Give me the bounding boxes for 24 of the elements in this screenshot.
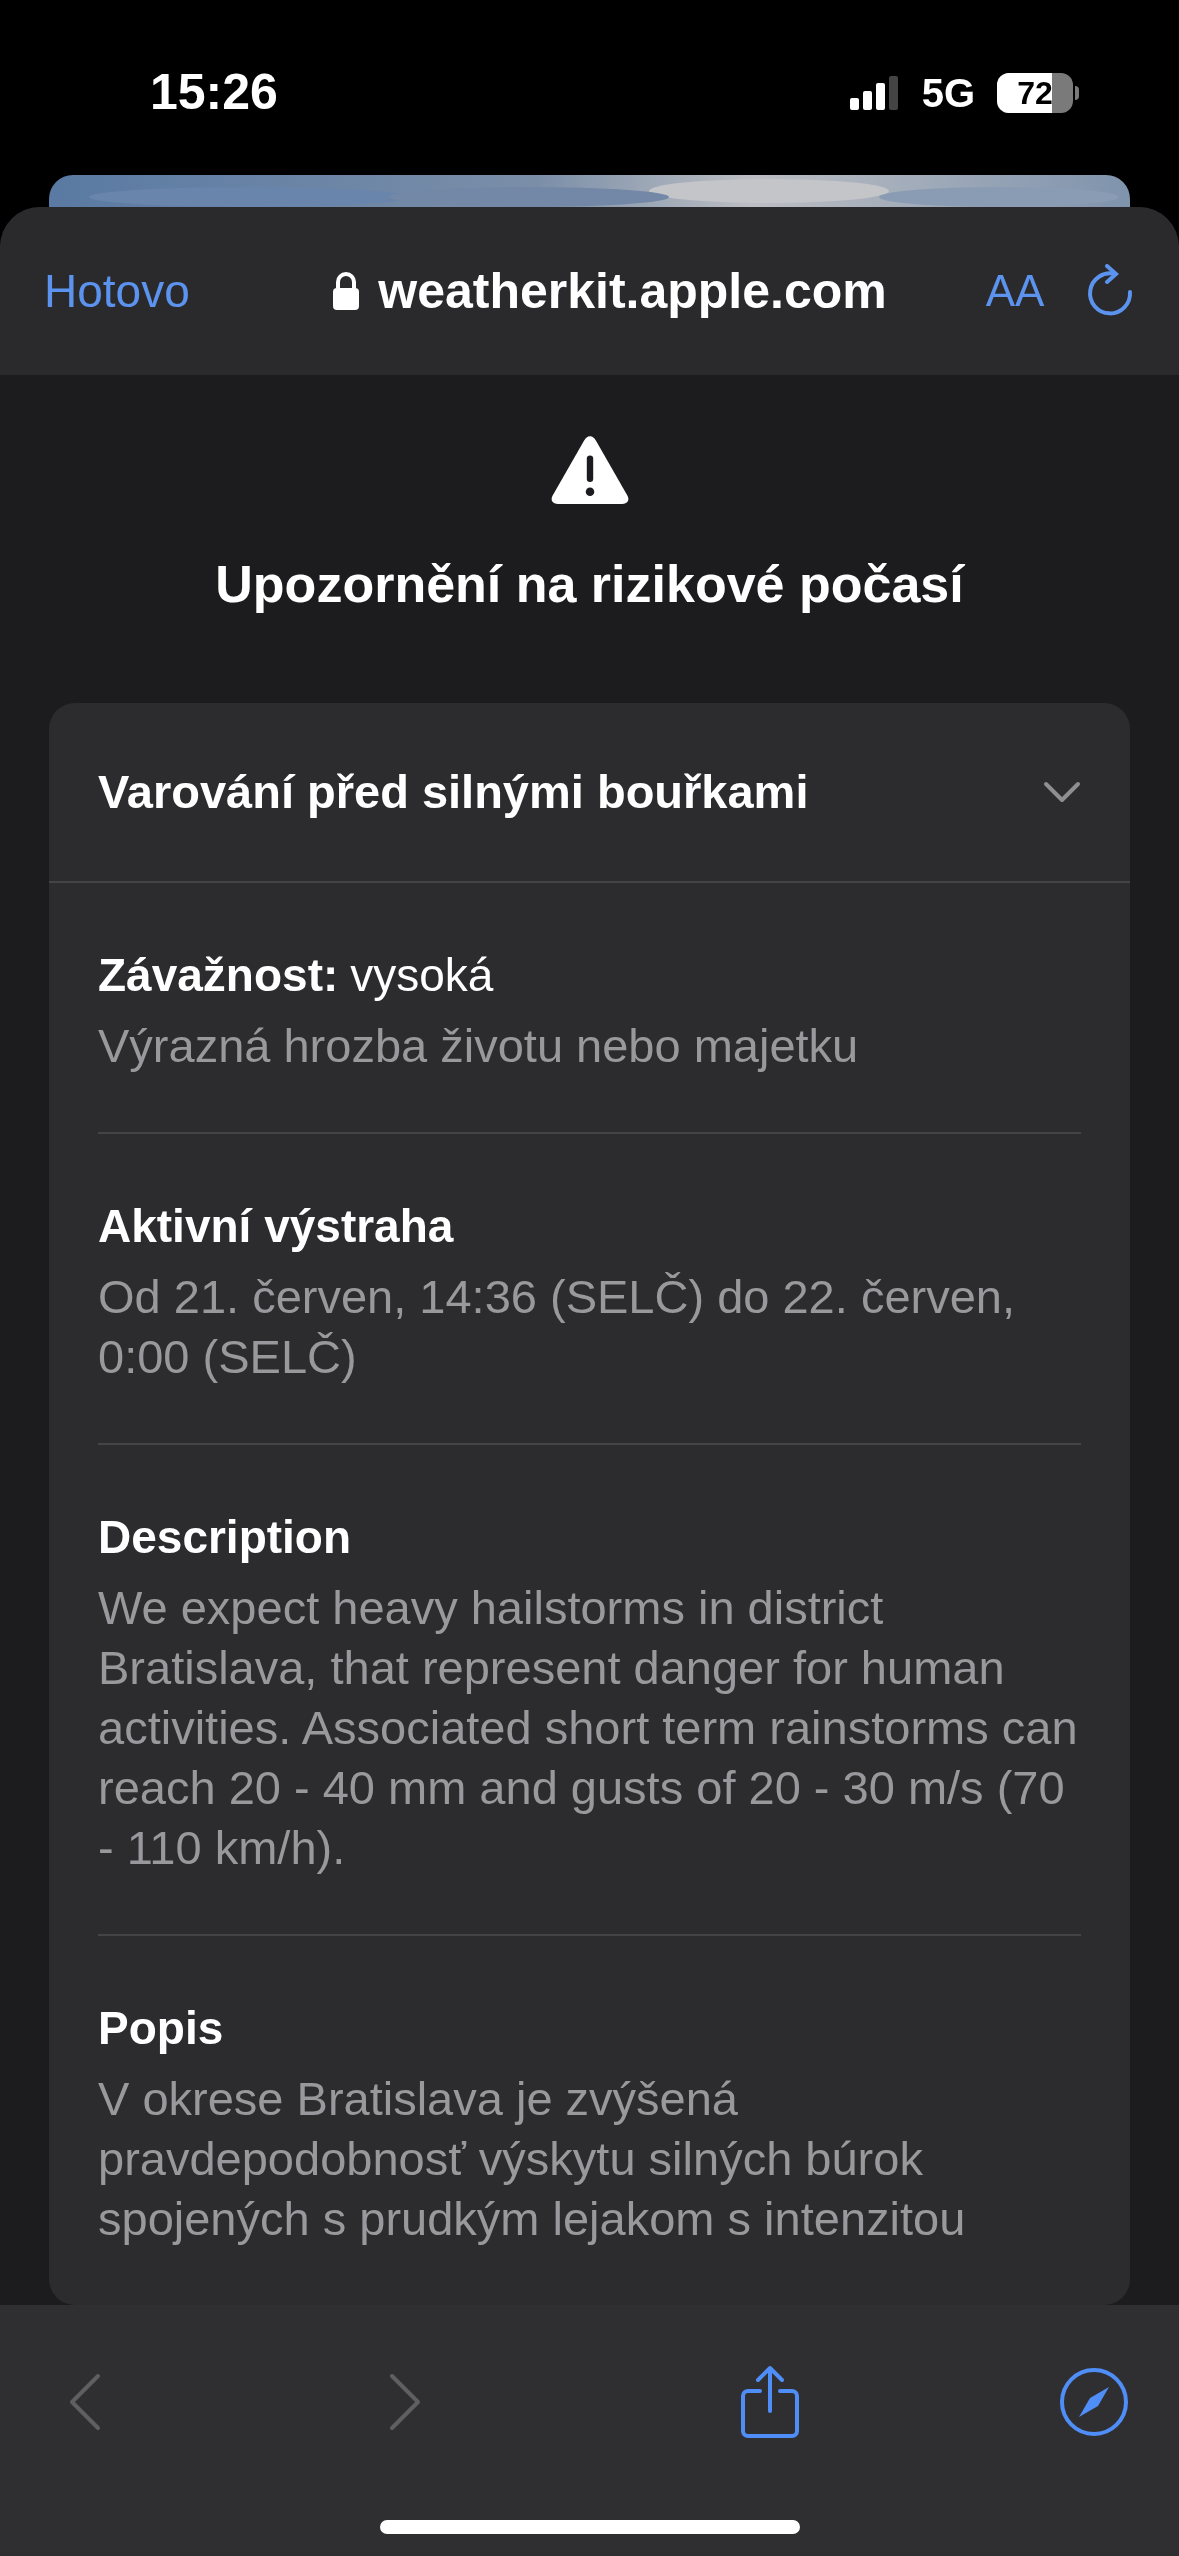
status-time: 15:26 <box>150 63 278 122</box>
lock-icon <box>332 272 361 310</box>
card-title: Varování před silnými bouřkami <box>98 763 809 820</box>
network-label: 5G <box>921 69 975 117</box>
battery-icon: 72 <box>997 72 1073 113</box>
section-text: We expect heavy hailstorms in district Bratislava, that represent danger for human activities. Associated short term rainstorms can reach 20 - 40 mm and gusts of 20 - 30 m/s (70 - 110 km/h). <box>98 1580 1079 1876</box>
section-value: vysoká <box>350 948 494 1003</box>
alert-title: Upozornění na rizikové počasí <box>215 554 964 615</box>
signal-icon <box>849 75 900 110</box>
section-text: Od 21. červen, 14:36 (SELČ) do 22. červen, 0:00 (SELČ) <box>98 1269 1016 1385</box>
done-button[interactable]: Hotovo <box>44 256 274 326</box>
section-heading: Závažnost: <box>98 948 339 1003</box>
compass-icon[interactable] <box>1059 2367 1129 2437</box>
chevron-icon <box>1043 781 1081 803</box>
section-heading: Description <box>98 1510 352 1565</box>
section-text: V okrese Bratislava je zvýšená pravdepodobnosť výskytu silných búrok spojených s prudkým lejakom s intenzitou <box>98 2071 967 2247</box>
section-heading: Popis <box>98 2001 224 2056</box>
share-icon[interactable] <box>739 2365 800 2439</box>
card-header[interactable]: Varování před silnými bouřkami <box>49 703 1130 883</box>
text-size-button[interactable]: AA <box>965 258 1065 324</box>
reload-icon[interactable] <box>1085 264 1135 318</box>
url-text[interactable]: weatherkit.apple.com <box>378 253 887 329</box>
section-heading: Aktivní výstraha <box>98 1199 454 1254</box>
section-text: Výrazná hrozba životu nebo majetku <box>98 1018 860 1074</box>
